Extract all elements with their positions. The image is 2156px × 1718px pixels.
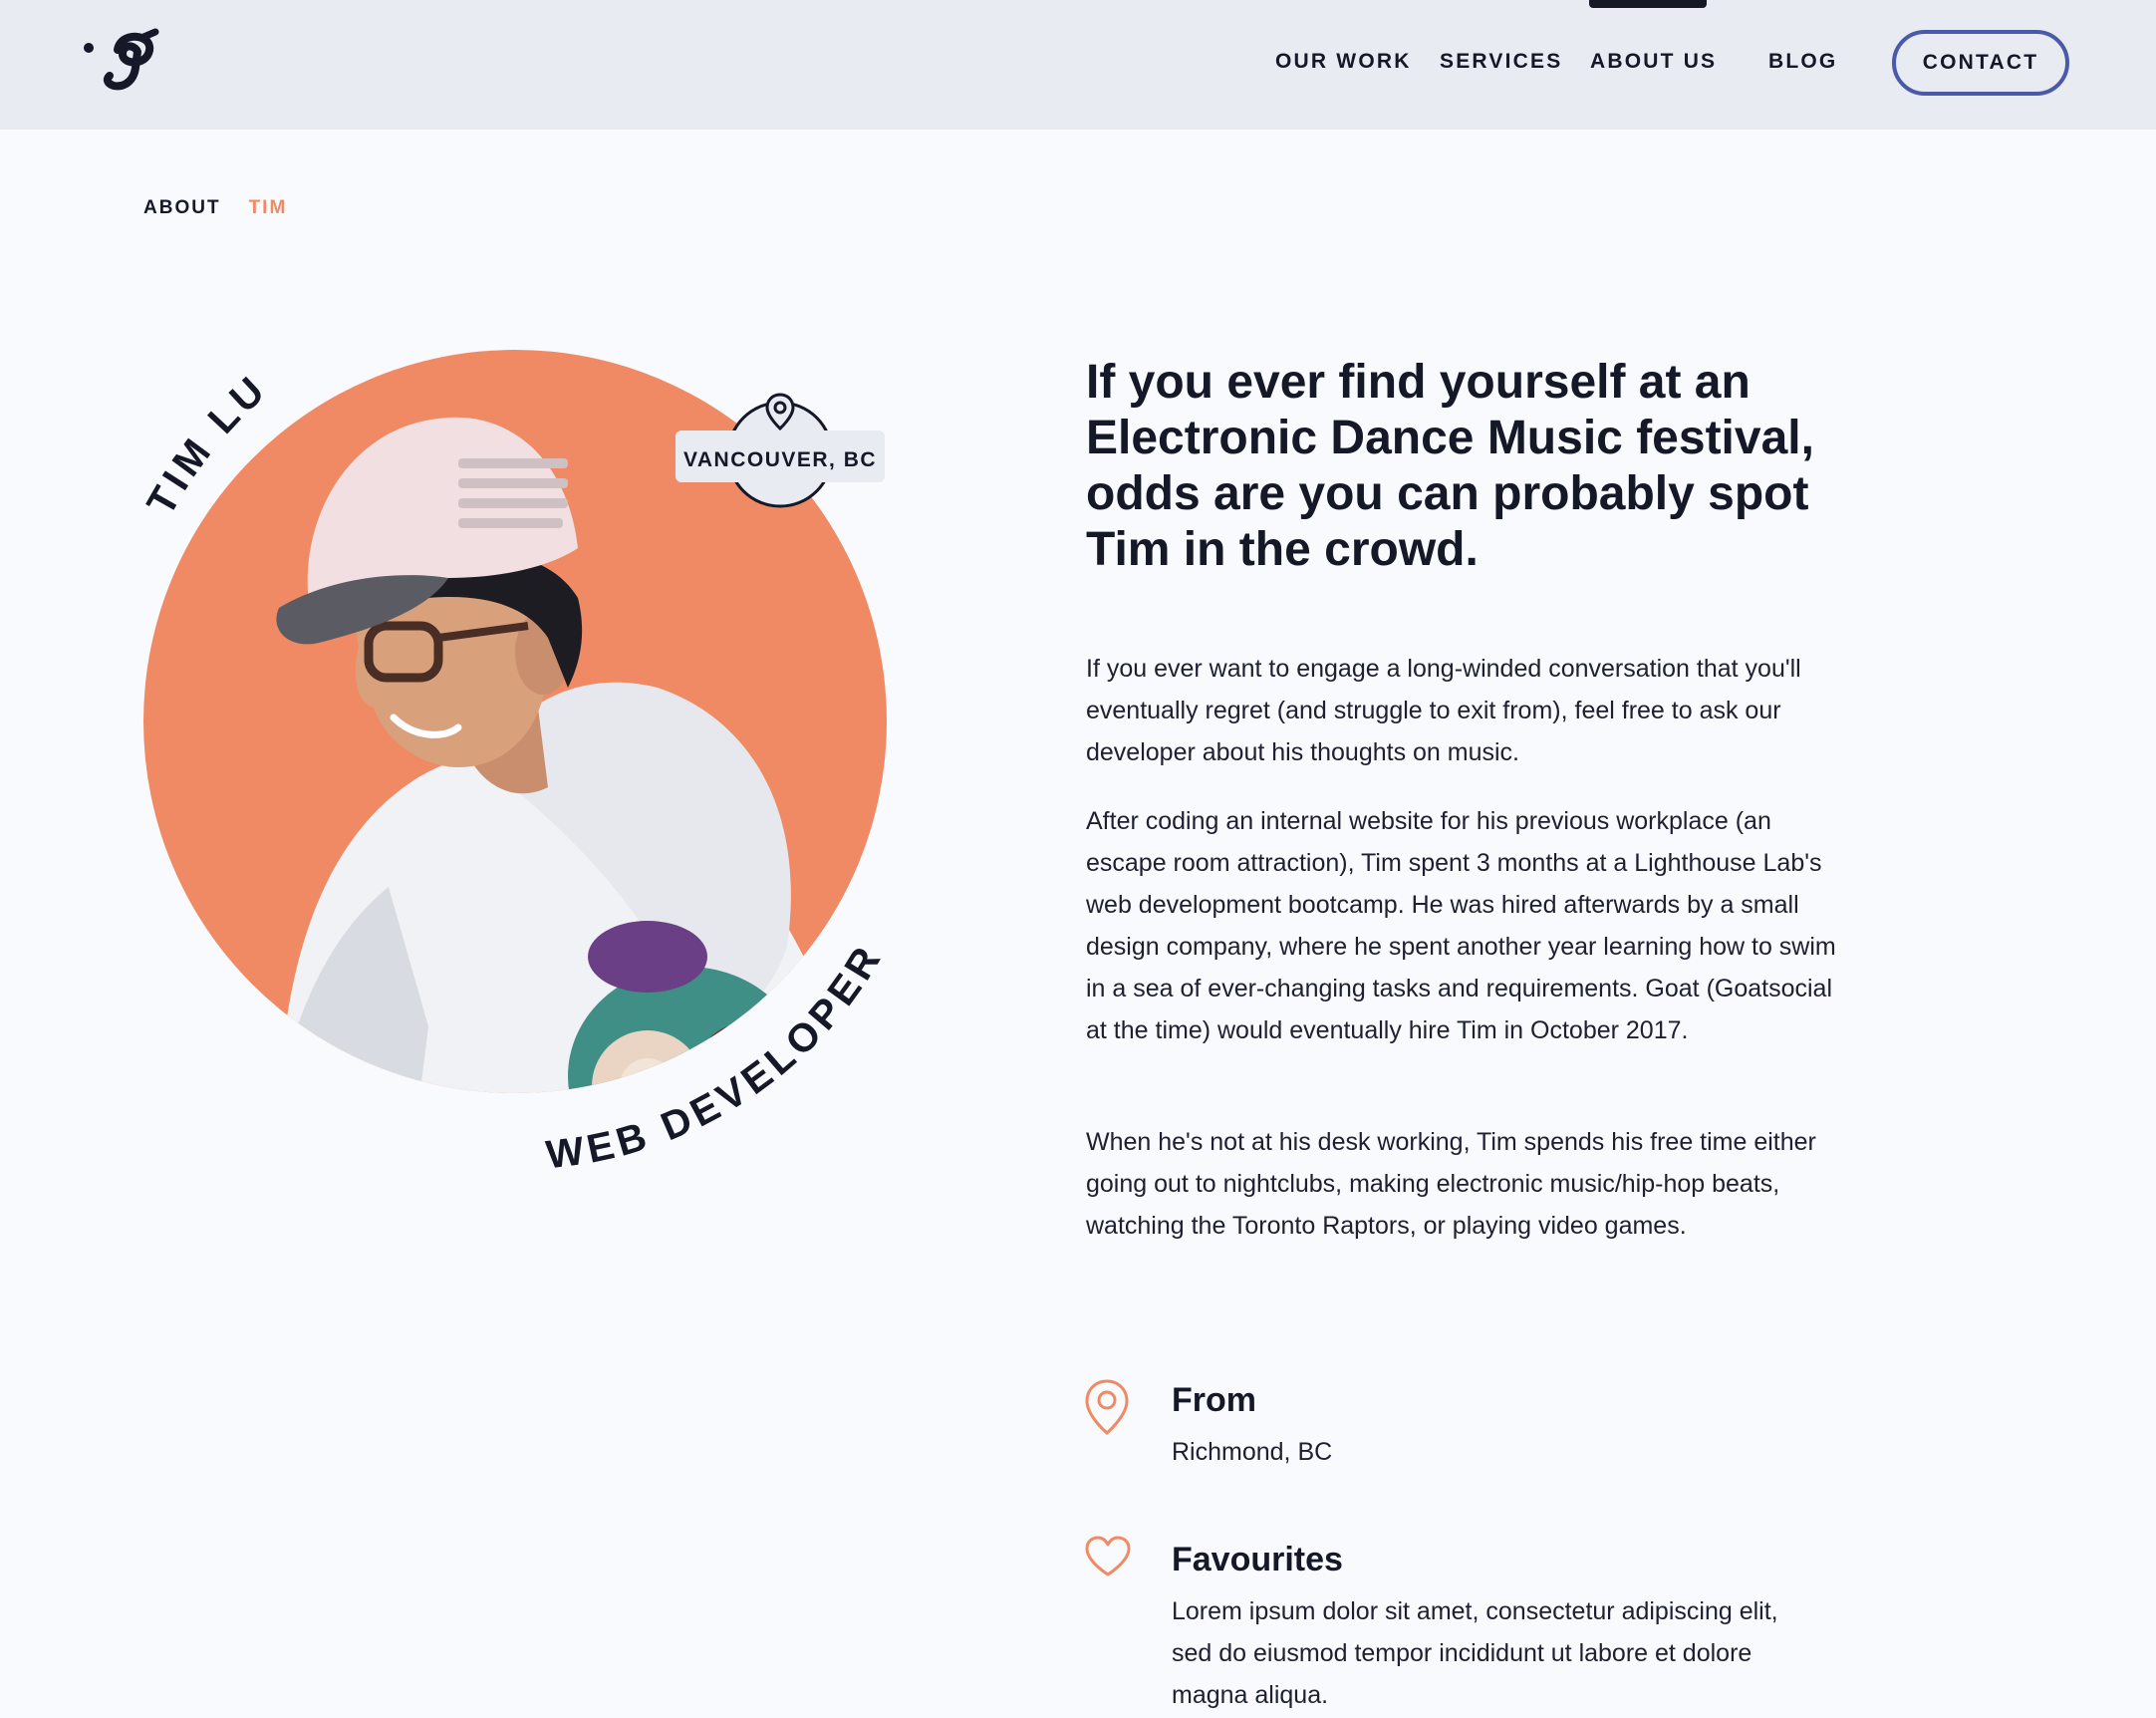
bio-paragraph-3: When he's not at his desk working, Tim s… (1086, 1128, 1816, 1240)
profile-visual: TIM LU WEB DEVELOPER VANCOUVER, BC (138, 350, 887, 1177)
contact-button[interactable]: CONTACT (1892, 30, 2069, 96)
breadcrumb-about-link[interactable]: ABOUT (143, 197, 221, 218)
breadcrumb: ABOUT TIM (143, 197, 287, 219)
nav-our-work[interactable]: OUR WORK (1275, 50, 1412, 80)
g-logo[interactable] (80, 28, 159, 94)
bio-paragraph-1: If you ever want to engage a long-winded… (1086, 655, 1801, 766)
bio-paragraph-2: After coding an internal website for his… (1086, 807, 1836, 1044)
nav-about-us[interactable]: ABOUT US (1590, 50, 1717, 80)
about-tim-page: OUR WORK SERVICES ABOUT US BLOG CONTACT … (0, 0, 2156, 1718)
favourites-title: Favourites (1172, 1541, 1343, 1578)
nav-active-indicator (1589, 0, 1707, 8)
nav-services[interactable]: SERVICES (1440, 50, 1562, 80)
location-badge-label: VANCOUVER, BC (683, 448, 877, 471)
map-pin-icon (1085, 1379, 1129, 1435)
from-title: From (1172, 1381, 1256, 1419)
favourites-value: Lorem ipsum dolor sit amet, consectetur … (1172, 1597, 1778, 1709)
breadcrumb-current: TIM (248, 197, 288, 218)
heart-icon (1085, 1536, 1131, 1576)
from-value: Richmond, BC (1172, 1438, 1333, 1466)
site-header: OUR WORK SERVICES ABOUT US BLOG CONTACT (0, 0, 2156, 130)
page-headline: If you ever find yourself at an Electron… (1086, 356, 1814, 576)
nav-blog[interactable]: BLOG (1768, 50, 1837, 80)
